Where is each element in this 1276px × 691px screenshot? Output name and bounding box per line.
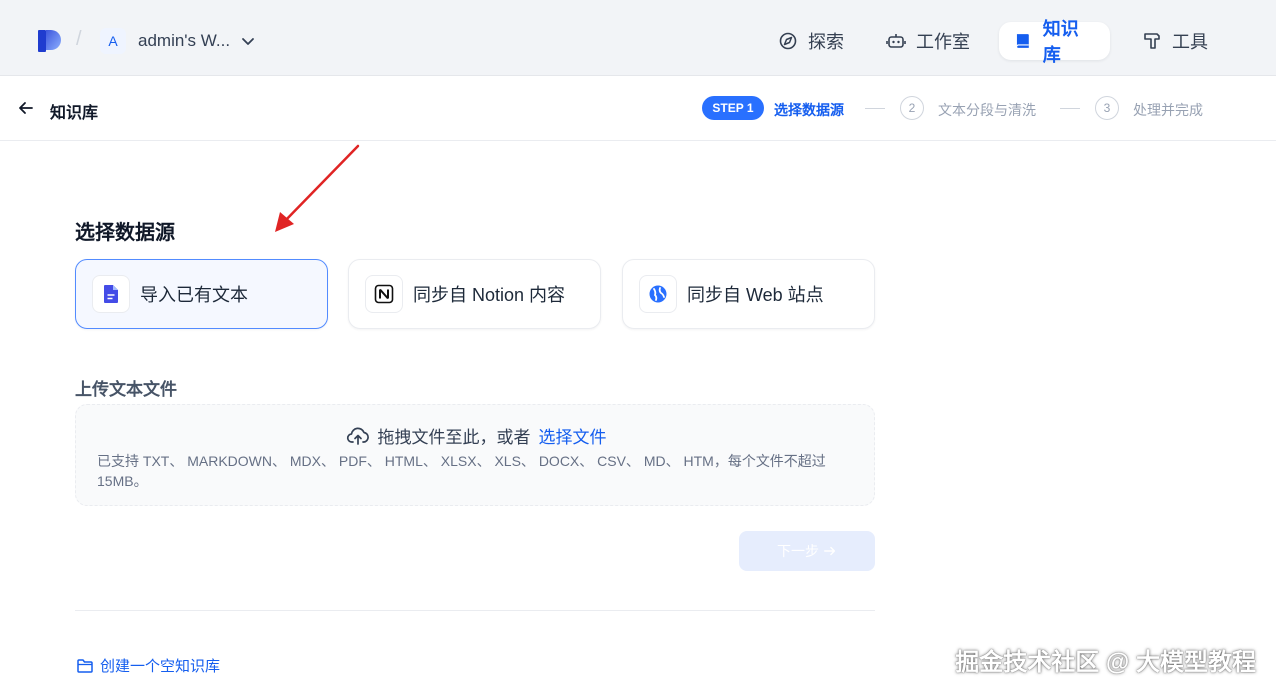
next-step-label: 下一步 [777, 543, 819, 559]
step-2-label: 文本分段与清洗 [938, 102, 1036, 118]
create-empty-knowledge-link[interactable]: 创建一个空知识库 [76, 655, 220, 676]
annotation-arrow-icon [275, 144, 360, 232]
upload-title: 上传文本文件 [75, 380, 177, 399]
hammer-icon [1144, 33, 1160, 49]
select-file-link[interactable]: 选择文件 [539, 423, 607, 448]
file-dropzone[interactable]: 拖拽文件至此，或者 选择文件 已支持 TXT、 MARKDOWN、 MDX、 P… [75, 404, 875, 506]
dropzone-text: 拖拽文件至此，或者 [377, 428, 531, 447]
nav-explore[interactable]: 探索 [764, 22, 858, 60]
nav-explore-label: 探索 [808, 32, 844, 52]
datasource-label: 同步自 Notion 内容 [413, 285, 566, 305]
section-divider [75, 610, 875, 611]
datasource-notion[interactable]: 同步自 Notion 内容 [348, 259, 601, 329]
nav-studio[interactable]: 工作室 [872, 22, 984, 60]
workspace-name[interactable]: admin's W... [138, 31, 230, 51]
datasource-label: 导入已有文本 [140, 285, 248, 305]
cloud-upload-icon [346, 427, 369, 445]
nav-studio-label: 工作室 [916, 32, 970, 52]
next-step-button[interactable]: 下一步 [739, 531, 875, 571]
chevron-down-icon[interactable] [240, 33, 256, 49]
step-connector [865, 108, 885, 109]
breadcrumb-separator: / [76, 28, 82, 50]
datasource-import-text[interactable]: 导入已有文本 [75, 259, 328, 329]
nav-knowledge[interactable]: 知识库 [999, 19, 1110, 65]
section-title: 选择数据源 [75, 222, 175, 244]
nav-knowledge-label: 知识库 [1042, 19, 1079, 65]
page-title: 知识库 [50, 105, 99, 122]
arrow-left-icon[interactable] [16, 98, 36, 118]
book-icon [1016, 34, 1029, 48]
workspace-avatar[interactable]: A [100, 28, 126, 54]
compass-icon [779, 32, 797, 50]
top-navigation-bar: / A admin's W... 探索 工作室 知识库 工具 [0, 0, 1276, 76]
nav-tools[interactable]: 工具 [1128, 22, 1222, 60]
arrow-right-icon [824, 546, 836, 556]
step-3-number: 3 [1095, 96, 1119, 120]
robot-icon [886, 34, 906, 48]
create-empty-knowledge-label: 创建一个空知识库 [100, 658, 221, 675]
supported-formats-tip: 已支持 TXT、 MARKDOWN、 MDX、 PDF、 HTML、 XLSX、… [97, 453, 826, 489]
step-3-label: 处理并完成 [1133, 102, 1203, 118]
app-logo-icon[interactable] [38, 28, 62, 54]
dropzone-prompt: 拖拽文件至此，或者 选择文件 [76, 423, 876, 448]
folder-icon [77, 658, 93, 673]
datasource-label: 同步自 Web 站点 [687, 285, 824, 305]
notion-icon [365, 275, 403, 313]
file-text-icon [92, 275, 130, 313]
watermark: 掘金技术社区 @ 大模型教程 [955, 649, 1256, 676]
globe-icon [639, 275, 677, 313]
step-connector [1060, 108, 1080, 109]
step-header: 知识库 STEP 1 选择数据源 2 文本分段与清洗 3 处理并完成 [0, 76, 1276, 141]
nav-tools-label: 工具 [1172, 32, 1208, 52]
step-1-label: 选择数据源 [774, 102, 844, 118]
step-1-badge: STEP 1 [702, 96, 764, 120]
step-2-number: 2 [900, 96, 924, 120]
datasource-web[interactable]: 同步自 Web 站点 [622, 259, 875, 329]
